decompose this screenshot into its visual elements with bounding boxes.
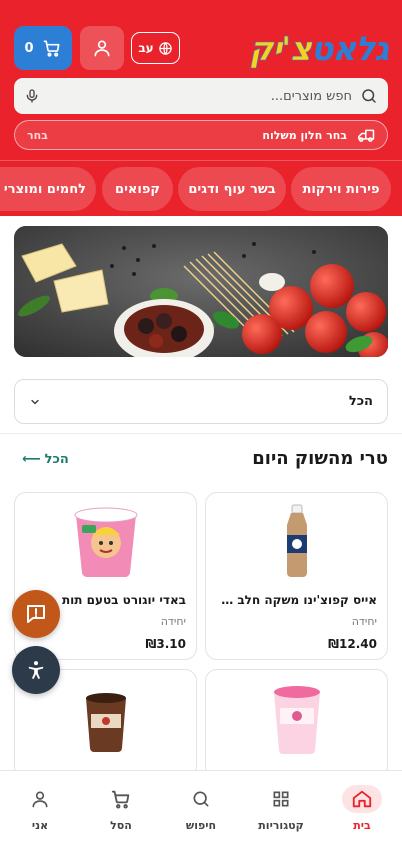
header-cart-button[interactable]: 0: [14, 26, 72, 70]
search-input[interactable]: חפש מוצרים...: [48, 89, 352, 104]
product-name: אייס קפוצ'ינו משקה חלב עם...: [214, 593, 377, 607]
logo-text-part2: צ'יק: [249, 28, 312, 68]
cart-icon: [43, 40, 60, 57]
nav-label: אני: [31, 819, 49, 832]
delivery-choose-link[interactable]: בחר: [27, 129, 48, 142]
category-chip-label: בשר עוף ודגים: [188, 181, 276, 197]
cart-count: 0: [24, 40, 34, 56]
user-icon: [94, 40, 110, 57]
chevron-down-icon: [31, 399, 39, 404]
category-chip-label: קפואים: [115, 181, 160, 197]
product-card[interactable]: אייס קפוצ'ינו משקה חלב עם... יחידה ₪12.4…: [205, 492, 388, 660]
microphone-icon[interactable]: [24, 87, 40, 105]
category-chip-label: לחמים ומוצרי מא: [0, 181, 86, 197]
product-price: ₪3.10: [146, 637, 186, 651]
search-bar[interactable]: חפש מוצרים...: [14, 78, 388, 114]
nav-label: קטגוריות: [258, 819, 304, 832]
cart-icon: [111, 790, 130, 809]
category-chips: פירות וירקות בשר עוף ודגים קפואים לחמים …: [0, 167, 402, 211]
nav-search[interactable]: חיפוש: [161, 771, 241, 844]
grid-icon: [273, 791, 289, 807]
bottom-navigation: בית קטגוריות חיפוש הסל אני: [0, 770, 402, 844]
user-icon: [32, 791, 48, 808]
language-button[interactable]: עב: [131, 32, 180, 64]
accessibility-icon: [28, 661, 44, 679]
app-header: 0 עב גלאט צ'יק חפש מוצרים... בחר חלון משל…: [0, 0, 402, 216]
nav-label: חיפוש: [185, 819, 217, 832]
product-price-value: 3.10: [156, 637, 186, 651]
category-chip-label: פירות וירקות: [302, 181, 380, 197]
product-unit: יחידה: [160, 615, 186, 628]
home-icon: [352, 790, 372, 808]
search-icon: [193, 791, 209, 807]
product-image: [206, 503, 387, 583]
nav-label: הסל: [110, 819, 132, 832]
category-chip[interactable]: קפואים: [102, 167, 173, 211]
promo-banner[interactable]: [14, 226, 388, 357]
nav-home[interactable]: בית: [322, 771, 402, 844]
product-image: [15, 503, 196, 583]
chat-button[interactable]: [12, 590, 60, 638]
banner-food-image: [14, 226, 388, 357]
nav-cart[interactable]: הסל: [81, 771, 161, 844]
category-chip[interactable]: בשר עוף ודגים: [178, 167, 286, 211]
see-all-link[interactable]: ⟵ הכל: [22, 452, 69, 467]
chat-icon: [27, 605, 45, 623]
product-image: [206, 684, 387, 764]
filter-selected-value: הכל: [348, 394, 373, 409]
product-currency: ₪: [328, 637, 340, 651]
product-currency: ₪: [145, 637, 157, 651]
category-chip[interactable]: לחמים ומוצרי מא: [0, 167, 96, 211]
section-title: טרי מהשוק היום: [252, 448, 388, 469]
see-all-label: הכל: [44, 452, 69, 467]
section-divider: [0, 433, 402, 434]
product-card[interactable]: [205, 669, 388, 779]
delivery-label: בחר חלון משלוח: [262, 128, 347, 142]
globe-icon: [158, 41, 172, 55]
search-icon: [362, 89, 376, 103]
arrow-left-icon: ⟵: [22, 452, 41, 467]
language-label: עב: [138, 41, 154, 55]
product-image: [15, 692, 196, 772]
product-price: ₪12.40: [328, 637, 377, 651]
nav-label: בית: [353, 819, 371, 832]
store-logo[interactable]: גלאט צ'יק: [249, 26, 389, 70]
header-account-button[interactable]: [80, 26, 124, 70]
nav-categories[interactable]: קטגוריות: [241, 771, 321, 844]
product-price-value: 12.40: [339, 637, 377, 651]
category-chip[interactable]: פירות וירקות: [291, 167, 391, 211]
logo-text-part1: גלאט: [310, 28, 389, 68]
category-filter-select[interactable]: הכל: [14, 379, 388, 424]
nav-account[interactable]: אני: [0, 771, 80, 844]
header-divider: [0, 160, 402, 161]
product-unit: יחידה: [351, 615, 377, 628]
accessibility-button[interactable]: [12, 646, 60, 694]
truck-icon: [358, 129, 375, 142]
delivery-window-selector[interactable]: בחר חלון משלוח בחר: [14, 120, 388, 150]
